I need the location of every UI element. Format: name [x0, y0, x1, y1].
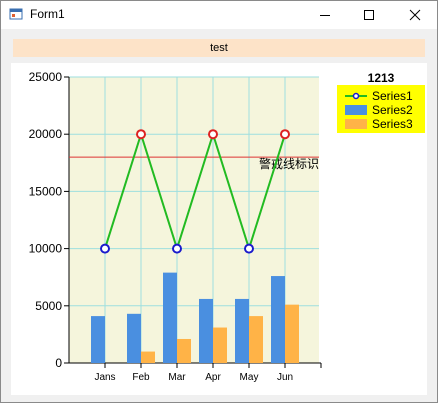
y-tick-label: 5000 — [35, 299, 62, 313]
minimize-icon — [320, 15, 330, 16]
warning-line-label: 警戒线标识 — [259, 156, 319, 171]
chart-svg: 0 5000 10000 15000 20000 25000 Jans Feb Mar Apr Ma… — [29, 70, 425, 383]
bar-series3 — [177, 338, 191, 363]
bar-series2 — [199, 298, 213, 363]
bar-series2 — [127, 313, 141, 363]
bar-series2 — [271, 276, 285, 363]
series1-marker — [136, 129, 146, 140]
legend-swatch-series3 — [345, 119, 367, 129]
series1-marker — [208, 129, 218, 140]
legend-swatch-series2 — [345, 105, 367, 115]
minimize-button[interactable] — [303, 1, 347, 29]
legend-label-series1: Series1 — [372, 89, 413, 103]
chart-control[interactable]: 0 5000 10000 15000 20000 25000 Jans Feb Mar Apr Ma… — [11, 63, 427, 395]
title-bar[interactable]: Form1 — [1, 1, 437, 29]
bar-series3 — [249, 316, 263, 363]
legend-label-series3: Series3 — [372, 117, 413, 131]
test-banner: test — [13, 39, 425, 57]
series1-marker — [280, 129, 290, 140]
bar-series2 — [235, 298, 249, 363]
y-tick-label: 20000 — [29, 127, 63, 141]
window-title: Form1 — [30, 7, 65, 21]
x-tick-label: Jun — [277, 372, 293, 383]
bar-series2 — [163, 272, 177, 363]
close-icon — [409, 9, 421, 21]
series1-marker — [172, 243, 182, 254]
x-tick-label: Feb — [132, 372, 150, 383]
form1-window: Form1 test 0 5000 10000 15000 20000 25000 Jans… — [0, 0, 438, 403]
app-icon — [9, 8, 23, 20]
y-tick-label: 10000 — [29, 242, 63, 256]
bar-series3 — [213, 327, 227, 363]
maximize-icon — [364, 10, 374, 20]
series1-marker — [100, 243, 110, 254]
x-tick-label: Jans — [94, 372, 115, 383]
maximize-button[interactable] — [347, 1, 391, 29]
legend-marker-series1 — [352, 92, 360, 100]
close-button[interactable] — [393, 1, 437, 29]
y-tick-label: 0 — [55, 356, 62, 370]
y-tick-label: 15000 — [29, 184, 63, 198]
legend-title: 1213 — [368, 71, 395, 85]
bar-series3 — [141, 351, 155, 363]
legend-label-series2: Series2 — [372, 103, 413, 117]
x-tick-label: Mar — [168, 372, 186, 383]
x-tick-label: May — [240, 372, 259, 383]
series1-marker — [244, 243, 254, 254]
bar-series2 — [91, 316, 105, 363]
y-tick-label: 25000 — [29, 70, 63, 84]
x-tick-label: Apr — [205, 372, 221, 383]
bar-series3 — [285, 304, 299, 363]
